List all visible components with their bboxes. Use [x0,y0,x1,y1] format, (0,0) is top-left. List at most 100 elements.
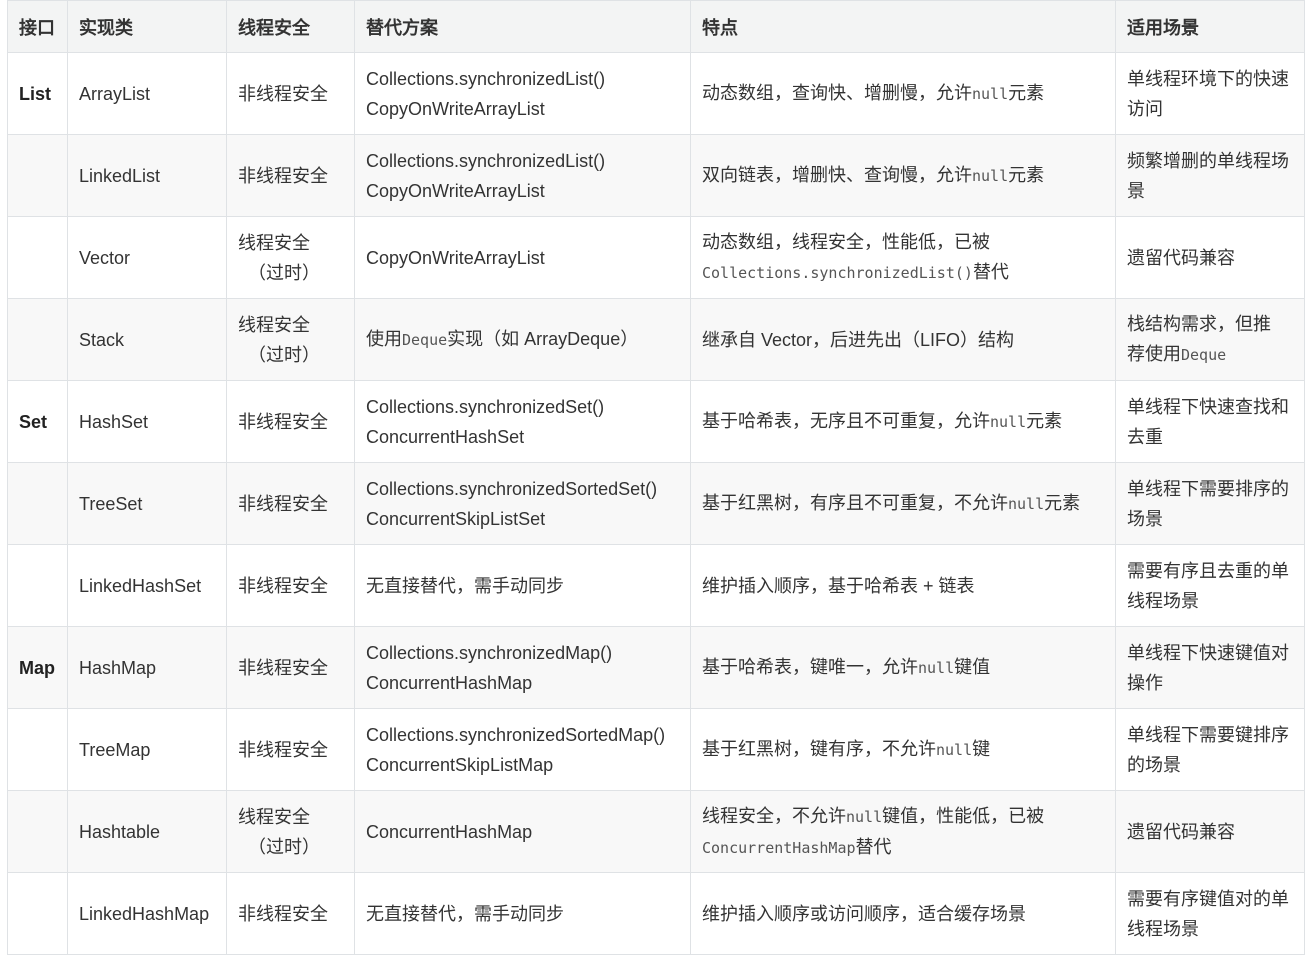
use-case-text: 单线程下需要键排序的场景 [1127,724,1289,775]
feature-text: 继承自 Vector，后进先出（LIFO）结构 [702,329,1015,350]
table-row: LinkedHashMap 非线程安全 无直接替代，需手动同步 维护插入顺序或访问顺序… [7,872,1305,955]
feature-text: 动态数组，线程安全，性能低，已被 [702,232,990,252]
cell-thread-safety: 非线程安全 [226,52,355,135]
thread-safety-line: 线程安全 [238,806,310,827]
thread-safety-line: 非线程安全 [238,903,328,924]
feature-text: 元素 [1008,165,1045,185]
feature-text: 线程安全，不允许 [702,805,846,826]
cell-features: 线程安全，不允许null键值，性能低，已被 ConcurrentHashMap替代 [690,790,1116,873]
feature-text: 替代 [972,262,1009,282]
cell-implementation: LinkedHashSet [67,544,227,627]
cell-implementation: ArrayList [67,52,227,135]
feature-code: null [846,807,883,826]
feature-code: null [972,85,1009,103]
header-features: 特点 [690,0,1116,53]
thread-safety-line: 线程安全 [238,314,310,335]
table-row: TreeSet 非线程安全 Collections.synchronizedSort… [7,462,1305,545]
cell-thread-safety: 非线程安全 [226,380,355,463]
alternative-code: Deque [402,331,448,349]
cell-interface [7,872,68,955]
cell-use-case: 频繁增删的单线程场景 [1115,134,1305,217]
feature-text: 基于红黑树，有序且不可重复，不允许 [702,493,1008,513]
thread-safety-line: 非线程安全 [238,165,328,186]
collections-table: 接口 实现类 线程安全 替代方案 特点 适用场景 List ArrayList 非线… [7,0,1305,955]
cell-features: 基于红黑树，有序且不可重复，不允许null元素 [690,462,1116,545]
alternative-line: ConcurrentHashSet [366,426,525,447]
cell-implementation: HashMap [67,626,227,709]
feature-text: 维护插入顺序，基于哈希表 + 链表 [702,575,975,596]
use-case-code: Deque [1181,346,1227,364]
cell-features: 动态数组，线程安全，性能低，已被 Collections.synchronized… [690,216,1116,299]
cell-implementation: Stack [67,298,227,381]
feature-code: ConcurrentHashMap [702,838,856,857]
header-alternatives: 替代方案 [354,0,691,53]
use-case-text: 单线程下快速键值对操作 [1127,642,1289,693]
cell-alternatives: Collections.synchronizedList() CopyOnWrit… [354,52,691,135]
alternative-line: ConcurrentHashMap [366,821,533,842]
cell-use-case: 单线程下快速键值对操作 [1115,626,1305,709]
feature-text: 替代 [855,836,892,857]
header-interface: 接口 [7,0,68,53]
header-thread-safety: 线程安全 [226,0,355,53]
cell-implementation: TreeMap [67,708,227,791]
alternative-line: Collections.synchronizedSortedMap() [366,724,666,745]
use-case-text: 频繁增删的单线程场景 [1127,150,1289,201]
use-case-text: 需要有序且去重的单线程场景 [1127,560,1289,611]
cell-thread-safety: 非线程安全 [226,134,355,217]
cell-alternatives: 使用Deque实现（如 ArrayDeque） [354,298,691,381]
alternative-line: CopyOnWriteArrayList [366,247,545,268]
cell-implementation: LinkedHashMap [67,872,227,955]
cell-alternatives: 无直接替代，需手动同步 [354,872,691,955]
thread-safety-line: 非线程安全 [238,493,328,514]
use-case-text: 需要有序键值对的单线程场景 [1127,888,1289,939]
cell-thread-safety: 线程安全 （过时） [226,790,355,873]
feature-code: null [990,413,1027,431]
thread-safety-line: 非线程安全 [238,575,328,596]
cell-interface [7,216,68,299]
cell-use-case: 栈结构需求，但推 荐使用Deque [1115,298,1305,381]
cell-alternatives: Collections.synchronizedMap() ConcurrentH… [354,626,691,709]
table-header-row: 接口 实现类 线程安全 替代方案 特点 适用场景 [7,0,1305,53]
cell-implementation: TreeSet [67,462,227,545]
cell-features: 基于哈希表，无序且不可重复，允许null元素 [690,380,1116,463]
cell-interface: List [7,52,68,135]
use-case-text: 荐使用 [1127,344,1181,364]
table-row: TreeMap 非线程安全 Collections.synchronizedSort… [7,708,1305,791]
thread-safety-line: 线程安全 [238,232,310,253]
cell-features: 基于哈希表，键唯一，允许null键值 [690,626,1116,709]
header-implementation: 实现类 [67,0,227,53]
alternative-line: ConcurrentHashMap [366,672,533,693]
feature-text: 基于哈希表，键唯一，允许 [702,657,918,677]
thread-safety-line: 非线程安全 [238,83,328,104]
feature-code: null [1008,495,1045,513]
thread-safety-line: 非线程安全 [238,411,328,432]
cell-alternatives: Collections.synchronizedSet() ConcurrentH… [354,380,691,463]
cell-interface [7,298,68,381]
cell-interface [7,708,68,791]
alternative-line: 无直接替代，需手动同步 [366,903,564,924]
use-case-text: 单线程下快速查找和去重 [1127,396,1289,447]
alternative-line: CopyOnWriteArrayList [366,180,545,201]
cell-features: 维护插入顺序或访问顺序，适合缓存场景 [690,872,1116,955]
cell-thread-safety: 非线程安全 [226,708,355,791]
cell-use-case: 需要有序键值对的单线程场景 [1115,872,1305,955]
feature-text: 元素 [1026,411,1063,431]
cell-implementation: Hashtable [67,790,227,873]
cell-interface [7,462,68,545]
cell-thread-safety: 非线程安全 [226,626,355,709]
feature-text: 元素 [1044,493,1081,513]
header-use-case: 适用场景 [1115,0,1305,53]
alternative-line: Collections.synchronizedSet() [366,396,605,417]
cell-use-case: 单线程环境下的快速访问 [1115,52,1305,135]
alternative-line: CopyOnWriteArrayList [366,98,545,119]
feature-text: 键值 [954,657,991,677]
cell-use-case: 遗留代码兼容 [1115,790,1305,873]
cell-alternatives: ConcurrentHashMap [354,790,691,873]
cell-features: 双向链表，增删快、查询慢，允许null元素 [690,134,1116,217]
thread-safety-line: （过时） [248,836,320,857]
cell-use-case: 需要有序且去重的单线程场景 [1115,544,1305,627]
feature-text: 元素 [1008,83,1045,103]
alternative-line: ConcurrentSkipListMap [366,754,554,775]
alternative-text: 实现（如 ArrayDeque） [447,329,639,349]
thread-safety-line: 非线程安全 [238,657,328,678]
